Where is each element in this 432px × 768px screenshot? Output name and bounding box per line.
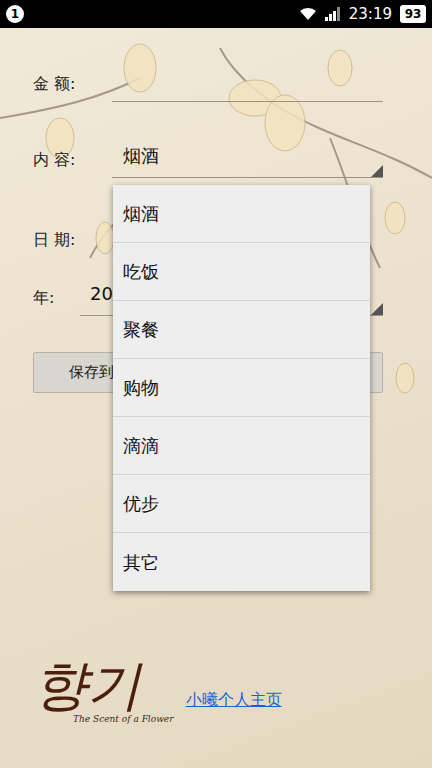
dropdown-item-label: 烟酒 bbox=[123, 200, 159, 227]
battery-level: 93 bbox=[400, 5, 426, 23]
signal-icon bbox=[325, 7, 341, 21]
dropdown-item[interactable]: 优步 bbox=[113, 475, 370, 533]
date-label: 日 期: bbox=[33, 228, 75, 258]
home-link[interactable]: 小曦个人主页 bbox=[186, 688, 282, 726]
dropdown-item-label: 吃饭 bbox=[123, 258, 159, 285]
amount-row: 金 额: bbox=[33, 66, 383, 102]
dropdown-item[interactable]: 烟酒 bbox=[113, 185, 370, 243]
dropdown-item-label: 优步 bbox=[123, 490, 159, 517]
dropdown-item[interactable]: 聚餐 bbox=[113, 301, 370, 359]
amount-label: 金 额: bbox=[33, 72, 112, 102]
year-label: 年: bbox=[33, 286, 80, 316]
logo: 향기 The Scent of a Flower bbox=[33, 659, 174, 727]
amount-input[interactable] bbox=[112, 66, 383, 102]
status-bar: 1 23:19 93 bbox=[0, 0, 432, 28]
content-label: 内 容: bbox=[33, 148, 112, 178]
footer: 향기 The Scent of a Flower 小曦个人主页 bbox=[0, 659, 432, 768]
dropdown-item[interactable]: 吃饭 bbox=[113, 243, 370, 301]
content-row: 内 容: 烟酒 bbox=[33, 142, 383, 178]
dropdown-item[interactable]: 滴滴 bbox=[113, 417, 370, 475]
dropdown-item-label: 滴滴 bbox=[123, 432, 159, 459]
dropdown-item-label: 其它 bbox=[123, 549, 159, 576]
content-value: 烟酒 bbox=[123, 145, 159, 166]
app-screen: 1 23:19 93 金 额: 内 容: 烟酒 日 期: bbox=[0, 0, 432, 768]
dropdown-item[interactable]: 其它 bbox=[113, 533, 370, 591]
logo-script: 향기 bbox=[33, 659, 174, 713]
year-value: 20 bbox=[90, 283, 113, 304]
content-spinner[interactable]: 烟酒 bbox=[112, 142, 383, 178]
content-dropdown-menu: 烟酒吃饭聚餐购物滴滴优步其它 bbox=[113, 185, 370, 591]
notification-badge: 1 bbox=[6, 5, 24, 23]
dropdown-item-label: 聚餐 bbox=[123, 316, 159, 343]
dropdown-item[interactable]: 购物 bbox=[113, 359, 370, 417]
logo-tagline: The Scent of a Flower bbox=[33, 713, 174, 727]
dropdown-item-label: 购物 bbox=[123, 374, 159, 401]
wifi-icon bbox=[299, 7, 317, 21]
clock: 23:19 bbox=[349, 0, 392, 28]
